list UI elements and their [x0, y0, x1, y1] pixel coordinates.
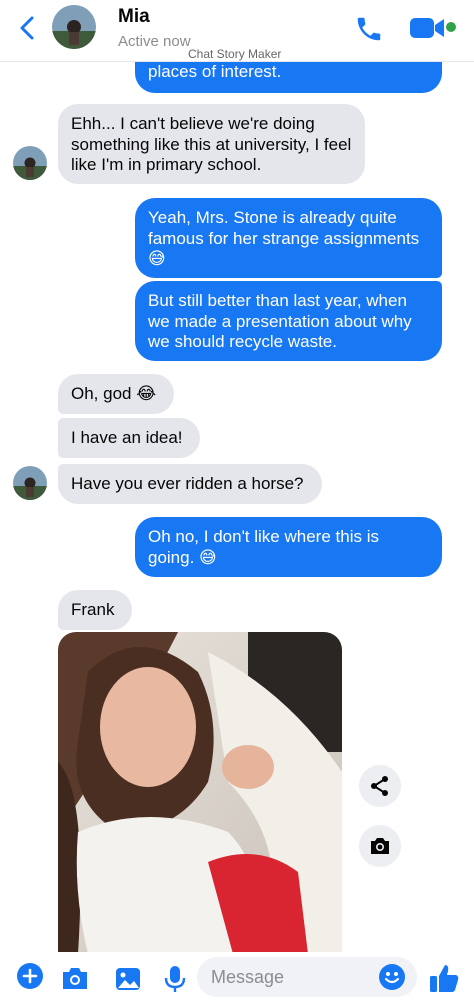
phone-icon[interactable]	[354, 14, 384, 44]
avatar[interactable]	[13, 466, 47, 500]
outgoing-message[interactable]: Oh no, I don't like where this is going.…	[135, 517, 442, 577]
message-composer	[0, 952, 474, 1005]
incoming-message[interactable]: Ehh... I can't believe we're doing somet…	[58, 104, 365, 184]
share-icon	[371, 776, 388, 796]
thumbs-up-icon[interactable]	[428, 962, 460, 994]
save-photo-button[interactable]	[359, 825, 401, 867]
photo-attachment[interactable]	[58, 632, 342, 954]
camera-icon	[371, 838, 389, 854]
avatar[interactable]	[52, 5, 96, 49]
incoming-message[interactable]: Have you ever ridden a horse?	[58, 464, 322, 504]
share-button[interactable]	[359, 765, 401, 807]
outgoing-message[interactable]: But still better than last year, when we…	[135, 281, 442, 361]
online-indicator	[446, 22, 456, 32]
outgoing-message[interactable]: Yeah, Mrs. Stone is already quite famous…	[135, 198, 442, 278]
camera-icon[interactable]	[60, 964, 90, 994]
video-camera-icon[interactable]	[409, 15, 445, 41]
image-icon[interactable]	[113, 964, 143, 994]
incoming-message[interactable]: Oh, god 😂	[58, 374, 174, 414]
watermark: Chat Story Maker	[188, 47, 282, 61]
smiley-icon[interactable]	[378, 963, 406, 991]
contact-name[interactable]: Mia	[118, 6, 150, 28]
avatar[interactable]	[13, 146, 47, 180]
chevron-left-icon[interactable]	[14, 14, 42, 42]
plus-circle-icon[interactable]	[16, 962, 44, 990]
incoming-message[interactable]: Frank	[58, 590, 132, 630]
microphone-icon[interactable]	[160, 964, 190, 994]
incoming-message[interactable]: I have an idea!	[58, 418, 200, 458]
active-status: Active now	[118, 33, 191, 50]
